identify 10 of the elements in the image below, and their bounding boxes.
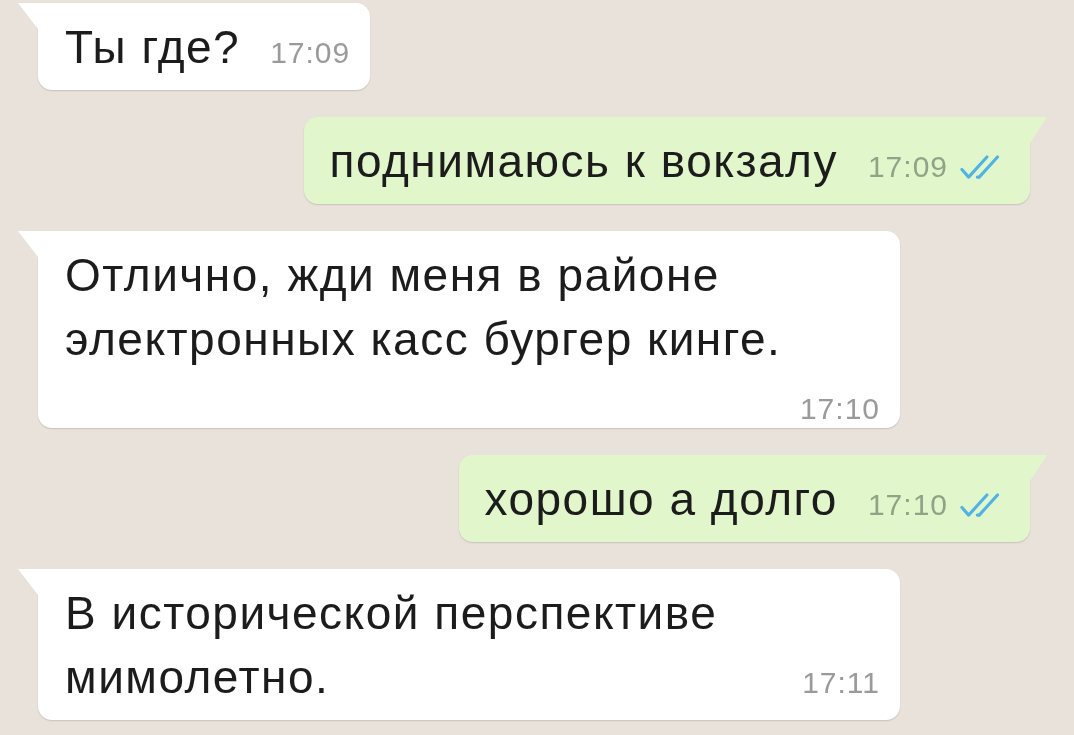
message-text: хорошо а долго bbox=[484, 473, 838, 525]
message-text: поднимаюсь к вокзалу bbox=[329, 135, 838, 187]
message-time: 17:09 bbox=[867, 149, 948, 185]
message-time: 17:10 bbox=[867, 487, 948, 523]
message-text: Отлично, жди меня в районе электронных касс бургер кинге. bbox=[65, 249, 782, 365]
message-time: 17:09 bbox=[270, 35, 351, 71]
message-time: 17:11 bbox=[802, 665, 880, 701]
message-time: 17:10 bbox=[799, 391, 880, 427]
message-text: В исторической перспективе мимолетно. bbox=[65, 587, 719, 703]
message-text: Ты где? bbox=[65, 21, 241, 73]
